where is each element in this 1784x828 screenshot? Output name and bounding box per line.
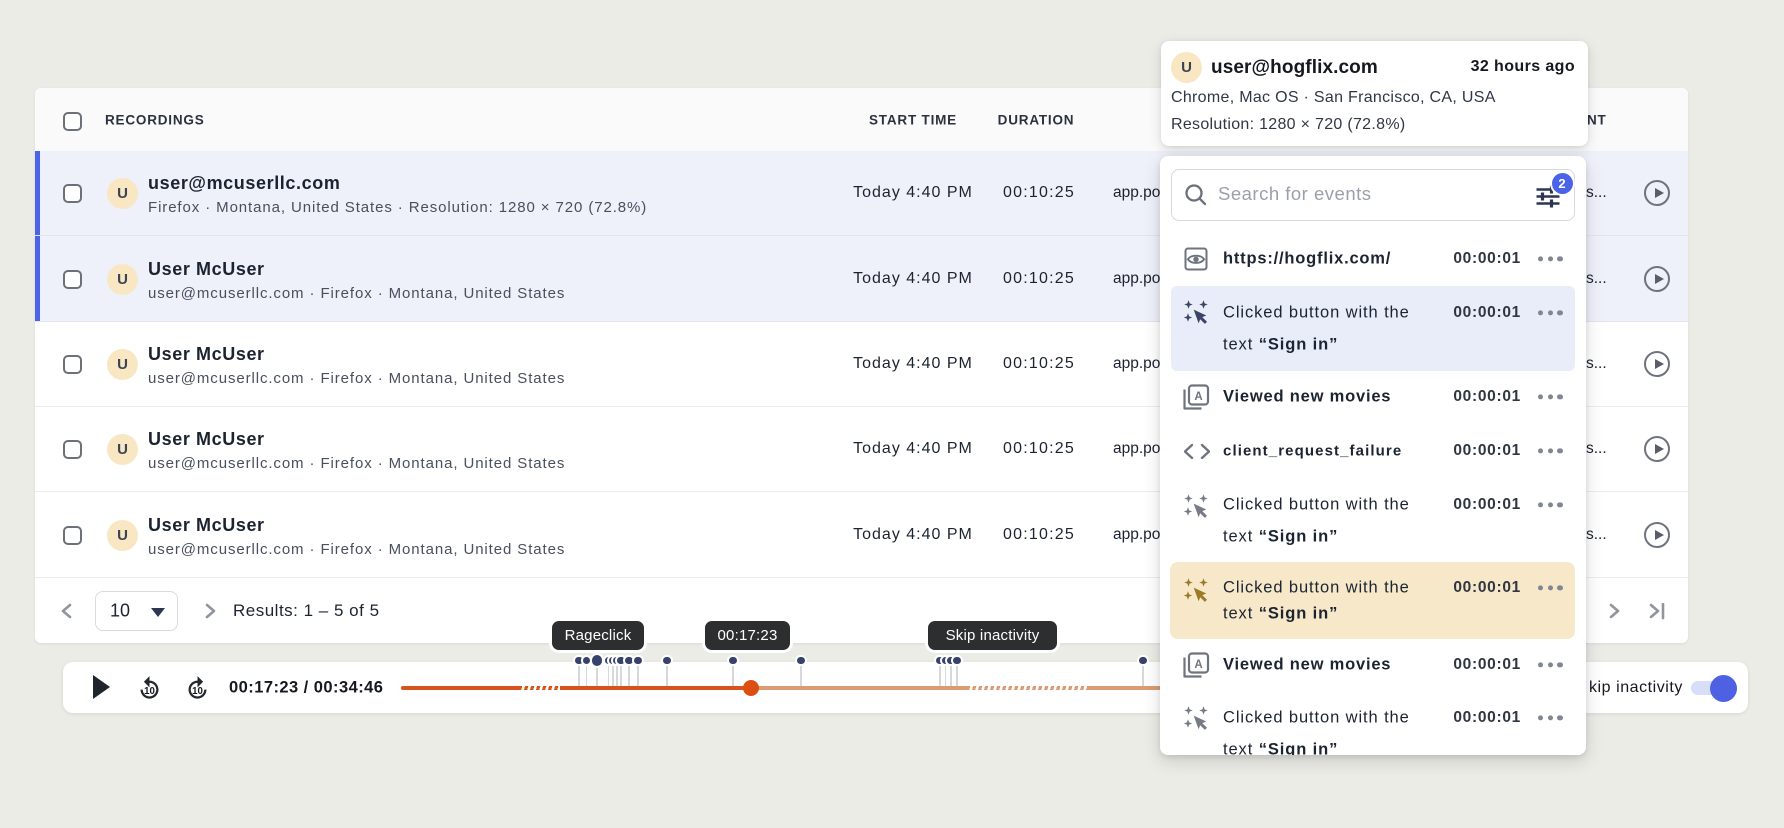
svg-text:10: 10: [144, 686, 155, 697]
svg-text:A: A: [1194, 659, 1202, 671]
svg-text:10: 10: [192, 686, 203, 697]
svg-text:A: A: [1194, 391, 1202, 403]
